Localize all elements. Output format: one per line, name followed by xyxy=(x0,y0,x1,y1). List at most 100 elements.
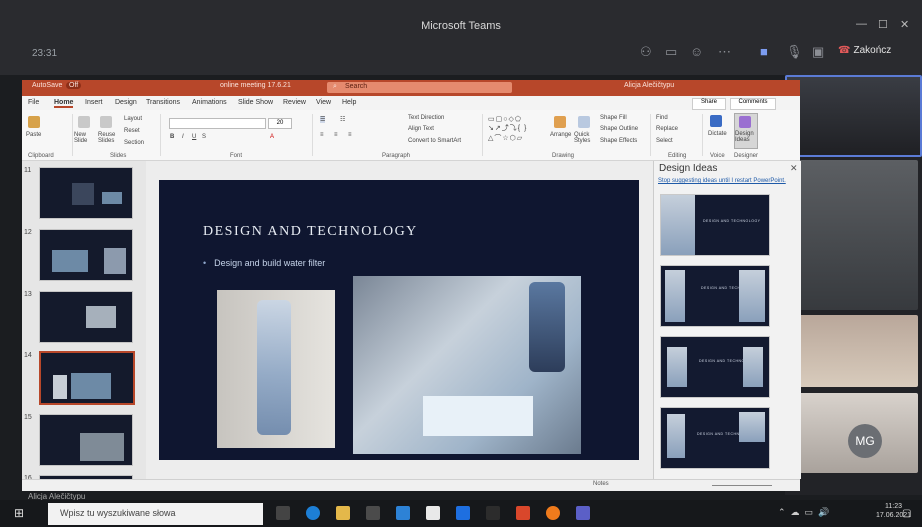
participant-tile[interactable] xyxy=(789,315,918,387)
font-color-button[interactable]: A xyxy=(270,134,274,140)
leave-button[interactable]: ☎ Zakończ xyxy=(838,45,891,56)
reuse-slides-button[interactable]: Reuse Slides xyxy=(98,132,120,144)
tab-design[interactable]: Design xyxy=(115,99,137,106)
italic-button[interactable]: I xyxy=(182,134,184,140)
slide-title[interactable]: DESIGN AND TECHNOLOGY xyxy=(203,224,418,240)
stop-suggesting-link[interactable]: Stop suggesting ideas until I restart Po… xyxy=(658,178,786,184)
amazon-icon[interactable] xyxy=(426,506,440,520)
tab-review[interactable]: Review xyxy=(283,99,306,106)
microphone-icon[interactable]: 🎙 xyxy=(786,44,803,60)
share-screen-icon[interactable]: ▣ xyxy=(812,44,824,60)
font-name-select[interactable] xyxy=(169,118,266,129)
select-button[interactable]: Select xyxy=(656,138,673,144)
file-explorer-icon[interactable] xyxy=(336,506,350,520)
minimize-icon[interactable]: — xyxy=(856,18,867,30)
close-icon[interactable]: ✕ xyxy=(900,18,909,31)
system-tray[interactable]: ⌃☁▭🔊 xyxy=(778,507,834,518)
camera-icon[interactable]: ■ xyxy=(760,44,768,59)
design-idea-card[interactable]: DESIGN AND TECHNOLOGY xyxy=(660,265,770,327)
zoom-slider[interactable] xyxy=(712,485,772,486)
align-text-button[interactable]: Align Text xyxy=(408,126,434,132)
reuse-slides-icon[interactable] xyxy=(100,116,112,128)
dropbox-icon[interactable] xyxy=(456,506,470,520)
participants-icon[interactable]: ⚇ xyxy=(640,44,652,60)
font-size-select[interactable]: 20 xyxy=(268,118,292,129)
app-icon[interactable] xyxy=(486,506,500,520)
mail-icon[interactable] xyxy=(396,506,410,520)
slide-thumbnail[interactable] xyxy=(39,414,133,466)
shapes-gallery[interactable]: ▭▢○◇⬠ ↘↗⤴⤵{ } △⌒☆⬡▱ xyxy=(488,115,546,143)
close-icon[interactable]: ✕ xyxy=(790,163,798,174)
paste-button[interactable]: Paste xyxy=(26,132,41,138)
notifications-icon[interactable]: ▢ xyxy=(902,508,911,519)
new-slide-button[interactable]: New Slide xyxy=(74,132,96,144)
tab-file[interactable]: File xyxy=(28,99,39,106)
store-icon[interactable] xyxy=(366,506,380,520)
slide-thumbnail[interactable] xyxy=(39,167,133,219)
taskbar-search-input[interactable]: Wpisz tu wyszukiwane słowa xyxy=(48,503,263,525)
replace-button[interactable]: Replace xyxy=(656,126,678,132)
chat-icon[interactable]: ▭ xyxy=(665,44,677,60)
dictate-button[interactable]: Dictate xyxy=(708,131,727,137)
search-input[interactable]: ⌕ Search xyxy=(327,82,512,93)
firefox-icon[interactable] xyxy=(546,506,560,520)
current-slide[interactable]: DESIGN AND TECHNOLOGY Design and build w… xyxy=(159,180,639,460)
text-direction-button[interactable]: Text Direction xyxy=(408,115,444,121)
slide-thumbnail-selected[interactable] xyxy=(39,351,135,405)
autosave-toggle[interactable]: Off xyxy=(66,82,82,89)
find-button[interactable]: Find xyxy=(656,115,668,121)
group-drawing: Drawing xyxy=(552,153,575,159)
task-view-icon[interactable] xyxy=(276,506,290,520)
layout-button[interactable]: Layout xyxy=(124,116,142,122)
tab-home[interactable]: Home xyxy=(54,99,74,108)
office-icon[interactable] xyxy=(516,506,530,520)
bold-button[interactable]: B xyxy=(170,134,174,140)
more-options-icon[interactable]: ⋯ xyxy=(718,44,731,60)
avatar[interactable]: MG xyxy=(848,424,882,458)
align-right-button[interactable]: ≡ xyxy=(348,132,352,138)
comments-button[interactable]: Comments xyxy=(730,98,776,110)
tab-view[interactable]: View xyxy=(316,99,331,106)
tab-transitions[interactable]: Transitions xyxy=(146,99,180,106)
participant-tile[interactable] xyxy=(789,160,918,310)
microphone-icon[interactable] xyxy=(710,115,722,127)
slide-thumbnail[interactable] xyxy=(39,229,133,281)
convert-smartart-button[interactable]: Convert to SmartArt xyxy=(408,138,461,144)
teams-icon[interactable] xyxy=(576,506,590,520)
slide-bullet[interactable]: Design and build water filter xyxy=(203,258,325,268)
bullets-button[interactable]: ☰ xyxy=(320,116,326,123)
tab-slide-show[interactable]: Slide Show xyxy=(238,99,273,106)
shape-outline-button[interactable]: Shape Outline xyxy=(600,126,638,132)
share-button[interactable]: Share xyxy=(692,98,726,110)
arrange-icon[interactable] xyxy=(554,116,566,128)
water-filter-photo[interactable] xyxy=(217,290,335,448)
reactions-icon[interactable]: ☺ xyxy=(690,44,703,59)
maximize-icon[interactable]: ☐ xyxy=(878,18,888,31)
notes-button[interactable]: Notes xyxy=(593,481,609,487)
align-left-button[interactable]: ≡ xyxy=(320,132,324,138)
tab-animations[interactable]: Animations xyxy=(192,99,227,106)
paste-icon[interactable] xyxy=(28,116,40,128)
start-icon[interactable]: ⊞ xyxy=(14,506,24,520)
new-slide-icon[interactable] xyxy=(78,116,90,128)
design-idea-card[interactable]: DESIGN AND TECHNOLOGY xyxy=(660,336,770,398)
arrange-button[interactable]: Arrange xyxy=(550,132,571,138)
tab-help[interactable]: Help xyxy=(342,99,356,106)
design-idea-card[interactable]: DESIGN AND TECHNOLOGY xyxy=(660,407,770,469)
tab-insert[interactable]: Insert xyxy=(85,99,103,106)
design-idea-card[interactable]: DESIGN AND TECHNOLOGY xyxy=(660,194,770,256)
slide-thumbnail[interactable] xyxy=(39,291,133,343)
section-button[interactable]: Section xyxy=(124,140,144,146)
shape-effects-button[interactable]: Shape Effects xyxy=(600,138,637,144)
quick-styles-button[interactable]: Quick Styles xyxy=(574,132,596,144)
classroom-photo[interactable] xyxy=(353,276,581,454)
underline-button[interactable]: U xyxy=(192,134,196,140)
edge-icon[interactable] xyxy=(306,506,320,520)
quick-styles-icon[interactable] xyxy=(578,116,590,128)
shape-fill-button[interactable]: Shape Fill xyxy=(600,115,627,121)
reset-button[interactable]: Reset xyxy=(124,128,140,134)
align-center-button[interactable]: ≡ xyxy=(334,132,338,138)
numbering-button[interactable]: ☷ xyxy=(340,116,345,123)
strikethrough-button[interactable]: S xyxy=(202,134,206,140)
participant-tile-active[interactable] xyxy=(785,75,922,157)
